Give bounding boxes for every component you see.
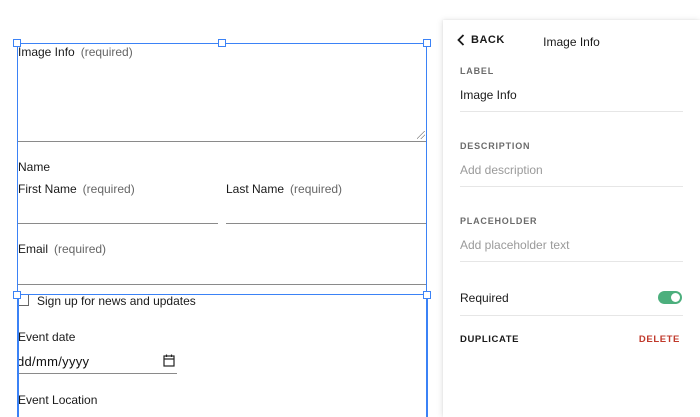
email-label-text: Email <box>18 242 49 256</box>
toggle-knob <box>671 293 680 302</box>
image-info-required-text: (required) <box>80 45 133 59</box>
resize-grip-icon[interactable] <box>417 131 425 139</box>
field-settings-panel: BACK Image Info LABEL Image Info DESCRIP… <box>443 20 700 417</box>
first-name-label-text: First Name <box>18 182 77 196</box>
first-name-required-text: (required) <box>82 182 135 196</box>
divider <box>460 315 683 316</box>
selection-guide-left <box>17 295 19 417</box>
duplicate-button[interactable]: DUPLICATE <box>460 334 519 345</box>
resize-handle-bottom-left[interactable] <box>13 291 21 299</box>
last-name-input[interactable] <box>226 223 427 224</box>
panel-header: BACK Image Info <box>443 20 700 62</box>
email-input[interactable] <box>17 284 427 285</box>
last-name-label: Last Name (required) <box>226 182 342 196</box>
event-date-input[interactable]: dd/mm/yyyy <box>17 352 177 374</box>
label-input[interactable]: Image Info <box>460 88 517 102</box>
divider <box>460 111 683 112</box>
email-required-text: (required) <box>54 242 107 256</box>
newsletter-label: Sign up for news and updates <box>37 294 196 308</box>
first-name-input[interactable] <box>17 223 218 224</box>
name-group-label: Name <box>18 160 51 174</box>
selection-guide-right <box>426 295 428 417</box>
resize-handle-top-center[interactable] <box>218 39 226 47</box>
required-label: Required <box>460 291 509 305</box>
resize-handle-top-right[interactable] <box>423 39 431 47</box>
divider <box>460 186 683 187</box>
delete-button[interactable]: DELETE <box>639 334 680 345</box>
last-name-label-text: Last Name <box>226 182 285 196</box>
calendar-icon[interactable] <box>163 354 175 367</box>
email-label: Email (required) <box>18 242 106 256</box>
resize-handle-bottom-right[interactable] <box>423 291 431 299</box>
panel-title: Image Info <box>543 35 600 49</box>
resize-handle-top-left[interactable] <box>13 39 21 47</box>
image-info-textarea[interactable] <box>17 62 427 142</box>
first-name-label: First Name (required) <box>18 182 135 196</box>
form-canvas: Image Info (required) Name First Name (req… <box>0 0 440 417</box>
image-info-field-label: Image Info (required) <box>18 45 133 59</box>
description-input[interactable]: Add description <box>460 163 543 177</box>
last-name-required-text: (required) <box>290 182 343 196</box>
image-info-label-text: Image Info <box>18 45 75 59</box>
required-toggle[interactable] <box>658 291 682 304</box>
placeholder-input[interactable]: Add placeholder text <box>460 238 569 252</box>
event-date-value: dd/mm/yyyy <box>17 354 90 369</box>
event-location-label: Event Location <box>18 393 98 407</box>
placeholder-section-heading: PLACEHOLDER <box>460 216 538 226</box>
description-section-heading: DESCRIPTION <box>460 141 531 151</box>
label-section-heading: LABEL <box>460 66 494 76</box>
divider <box>460 261 683 262</box>
event-date-label: Event date <box>18 330 76 344</box>
